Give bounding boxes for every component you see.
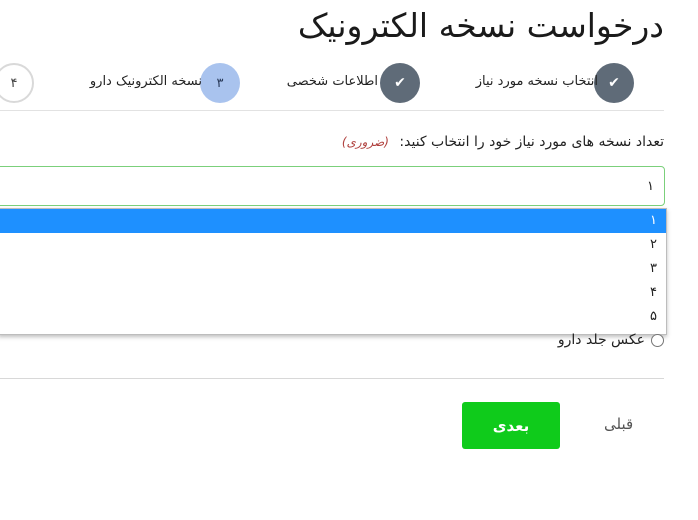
page-title: درخواست نسخه الکترونیک: [297, 6, 664, 45]
select-value: ۱: [647, 179, 654, 194]
dropdown-option[interactable]: ۵: [0, 305, 666, 329]
step-number: ۴: [0, 63, 34, 103]
step-label: اطلاعات شخصی: [286, 74, 378, 89]
step-select-prescription: ✔ انتخاب نسخه مورد نیاز: [464, 63, 644, 103]
previous-button[interactable]: قبلی: [598, 414, 639, 434]
radio-button[interactable]: [651, 333, 664, 347]
divider: [0, 378, 664, 379]
required-note: (ضروری): [341, 135, 389, 149]
step-label: انتخاب نسخه مورد نیاز: [475, 74, 598, 89]
next-button[interactable]: بعدی: [462, 402, 560, 449]
step-personal-info: ✔ اطلاعات شخصی: [286, 63, 426, 103]
step-4: ۴: [0, 63, 40, 103]
check-icon: ✔: [380, 63, 420, 103]
quantity-select[interactable]: ۱: [0, 166, 665, 206]
quantity-dropdown-list[interactable]: ۱ ۲ ۳ ۴ ۵: [0, 208, 667, 335]
step-electronic-prescription: ۳ نسخه الکترونیک دارو: [82, 63, 242, 103]
dropdown-option[interactable]: ۲: [0, 233, 666, 257]
step-number: ۳: [200, 63, 240, 103]
dropdown-option[interactable]: ۴: [0, 281, 666, 305]
dropdown-option[interactable]: ۳: [0, 257, 666, 281]
divider: [0, 110, 664, 111]
radio-label: عکس جلد دارو: [557, 332, 645, 348]
question-text: تعداد نسخه های مورد نیاز خود را انتخاب ک…: [399, 134, 664, 150]
question-label: تعداد نسخه های مورد نیاز خود را انتخاب ک…: [342, 134, 664, 150]
step-label: نسخه الکترونیک دارو: [89, 74, 202, 89]
check-icon: ✔: [594, 63, 634, 103]
dropdown-option[interactable]: ۱: [0, 209, 666, 233]
radio-drug-cover-photo[interactable]: عکس جلد دارو: [558, 330, 664, 350]
